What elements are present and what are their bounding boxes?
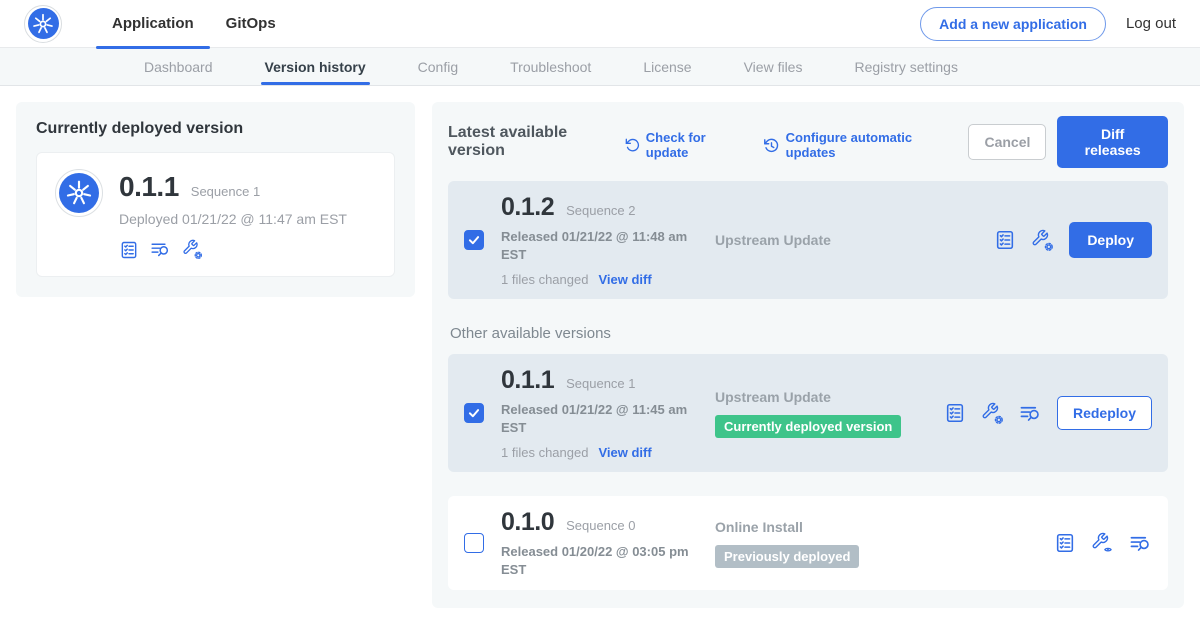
other-available-versions-title: Other available versions [450, 325, 1166, 342]
kubernetes-icon [28, 8, 59, 39]
previously-deployed-badge: Previously deployed [715, 545, 859, 568]
subnav-registry-settings[interactable]: Registry settings [828, 48, 983, 85]
version-number: 0.1.2 [501, 193, 554, 222]
deployed-version-card: 0.1.1 Sequence 1 Deployed 01/21/22 @ 11:… [36, 152, 395, 277]
sequence-label: Sequence 0 [566, 518, 635, 533]
version-source-label: Upstream Update [715, 389, 944, 405]
configure-updates-label: Configure automatic updates [786, 130, 945, 160]
version-checkbox[interactable] [464, 230, 484, 250]
config-icon[interactable] [1031, 229, 1054, 252]
latest-available-title: Latest available version [448, 124, 610, 160]
version-checkbox[interactable] [464, 533, 484, 553]
currently-deployed-badge: Currently deployed version [715, 415, 901, 438]
diff-releases-button[interactable]: Diff releases [1057, 116, 1168, 168]
versions-panel: Latest available version Check for updat… [432, 102, 1184, 608]
app-sub-nav: Dashboard Version history Config Trouble… [0, 48, 1200, 86]
release-notes-icon[interactable] [994, 229, 1016, 251]
top-nav: Application GitOps Add a new application… [0, 0, 1200, 48]
redeploy-button[interactable]: Redeploy [1057, 396, 1152, 430]
released-timestamp: Released 01/21/22 @ 11:45 am EST [501, 401, 701, 436]
subnav-dashboard[interactable]: Dashboard [118, 48, 239, 85]
clock-refresh-icon [763, 137, 780, 154]
view-diff-link[interactable]: View diff [598, 445, 651, 460]
versions-panel-header: Latest available version Check for updat… [448, 116, 1168, 168]
view-diff-link[interactable]: View diff [598, 272, 651, 287]
released-timestamp: Released 01/20/22 @ 03:05 pm EST [501, 543, 701, 578]
refresh-icon [624, 137, 640, 153]
view-logs-icon[interactable] [1019, 402, 1042, 425]
tab-gitops[interactable]: GitOps [210, 0, 292, 48]
cancel-button[interactable]: Cancel [968, 124, 1046, 160]
view-logs-icon[interactable] [150, 239, 171, 260]
configure-automatic-updates-link[interactable]: Configure automatic updates [763, 130, 945, 160]
deployed-sequence-label: Sequence 1 [191, 184, 260, 199]
version-source-label: Upstream Update [715, 232, 994, 248]
deploy-button[interactable]: Deploy [1069, 222, 1152, 258]
check-for-update-link[interactable]: Check for update [624, 130, 739, 160]
app-logo [24, 5, 62, 43]
add-application-button[interactable]: Add a new application [920, 7, 1106, 41]
deployed-timestamp: Deployed 01/21/22 @ 11:47 am EST [119, 211, 347, 227]
version-number: 0.1.0 [501, 508, 554, 537]
subnav-troubleshoot[interactable]: Troubleshoot [484, 48, 617, 85]
version-number: 0.1.1 [501, 366, 554, 395]
subnav-license[interactable]: License [617, 48, 717, 85]
version-checkbox[interactable] [464, 403, 484, 423]
release-notes-icon[interactable] [944, 402, 966, 424]
deployed-card-title: Currently deployed version [36, 120, 395, 138]
view-logs-icon[interactable] [1129, 532, 1152, 555]
released-timestamp: Released 01/21/22 @ 11:48 am EST [501, 228, 701, 263]
version-row-0-1-0: 0.1.0 Sequence 0 Released 01/20/22 @ 03:… [448, 496, 1168, 590]
version-source-label: Online Install [715, 519, 1054, 535]
subnav-view-files[interactable]: View files [718, 48, 829, 85]
config-icon[interactable] [182, 239, 203, 260]
version-row-0-1-2: 0.1.2 Sequence 2 Released 01/21/22 @ 11:… [448, 181, 1168, 299]
sequence-label: Sequence 1 [566, 376, 635, 391]
version-row-0-1-1: 0.1.1 Sequence 1 Released 01/21/22 @ 11:… [448, 354, 1168, 472]
config-icon[interactable] [981, 402, 1004, 425]
release-notes-icon[interactable] [1054, 532, 1076, 554]
subnav-config[interactable]: Config [392, 48, 484, 85]
top-tabs: Application GitOps [96, 0, 292, 48]
files-changed-label: 1 files changed [501, 445, 588, 460]
release-notes-icon[interactable] [119, 240, 139, 260]
currently-deployed-card: Currently deployed version 0.1.1 Sequenc… [16, 102, 415, 297]
sequence-label: Sequence 2 [566, 203, 635, 218]
top-right-actions: Add a new application Log out [920, 7, 1176, 41]
app-avatar [55, 169, 103, 217]
subnav-version-history[interactable]: Version history [239, 48, 392, 85]
deployed-version-number: 0.1.1 [119, 171, 179, 203]
main-content: Currently deployed version 0.1.1 Sequenc… [0, 86, 1200, 624]
files-changed-label: 1 files changed [501, 272, 588, 287]
config-view-icon[interactable] [1091, 532, 1114, 555]
logout-link[interactable]: Log out [1126, 15, 1176, 32]
kubernetes-icon [59, 173, 99, 213]
check-for-update-label: Check for update [646, 130, 739, 160]
tab-application[interactable]: Application [96, 0, 210, 48]
